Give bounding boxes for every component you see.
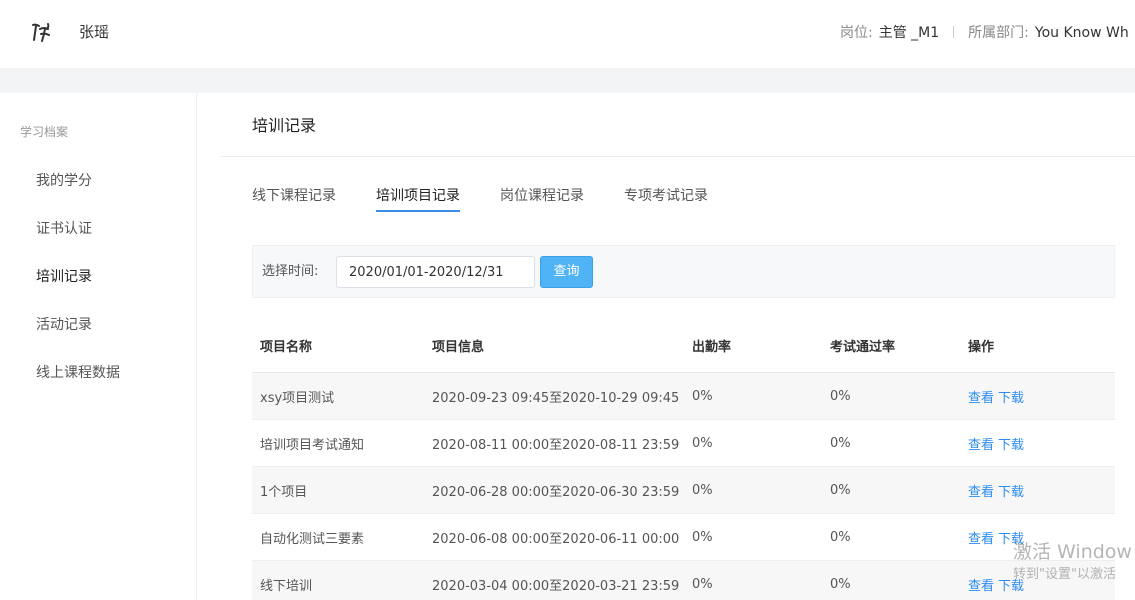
department-label: 所属部门:	[968, 25, 1029, 41]
tab-special-exams[interactable]: 专项考试记录	[624, 186, 708, 206]
header-separator	[953, 26, 955, 38]
table-row: 自动化测试三要素 2020-06-08 00:00至2020-06-11 00:…	[252, 514, 1115, 561]
sidebar-item-certificates[interactable]: 证书认证	[36, 219, 92, 239]
top-header: 张瑶 岗位: 主管 _M1 所属部门: You Know Wh	[0, 0, 1135, 68]
view-link[interactable]: 查看	[968, 575, 994, 594]
project-info: 2020-06-08 00:00至2020-06-11 00:00	[432, 531, 680, 547]
filter-bar: 选择时间: 查询	[252, 245, 1115, 298]
exam-pass-rate: 0%	[830, 482, 851, 498]
attendance-rate: 0%	[692, 576, 713, 592]
table-row: 线下培训 2020-03-04 00:00至2020-03-21 23:59 0…	[252, 561, 1115, 600]
sidebar-item-training-records[interactable]: 培训记录	[36, 267, 92, 287]
user-name: 张瑶	[79, 23, 110, 41]
row-actions: 查看 下载	[968, 420, 1028, 466]
project-name: 自动化测试三要素	[260, 531, 365, 547]
sidebar-title: 学习档案	[20, 125, 69, 139]
row-actions: 查看 下载	[968, 373, 1028, 419]
position-value: 主管 _M1	[878, 25, 940, 41]
view-link[interactable]: 查看	[968, 434, 994, 453]
position-label: 岗位:	[840, 25, 873, 41]
column-header-name: 项目名称	[260, 339, 313, 355]
table-row: 1个项目 2020-06-28 00:00至2020-06-30 23:59 0…	[252, 467, 1115, 514]
column-header-attendance: 出勤率	[692, 339, 732, 355]
sidebar-item-online-course-data[interactable]: 线上课程数据	[36, 363, 120, 383]
project-name: 培训项目考试通知	[260, 437, 365, 453]
exam-pass-rate: 0%	[830, 529, 851, 545]
page: 张瑶 岗位: 主管 _M1 所属部门: You Know Wh 学习档案 我的学分 证…	[0, 0, 1135, 600]
table-header-row: 项目名称 项目信息 出勤率 考试通过率 操作	[252, 318, 1115, 373]
project-info: 2020-03-04 00:00至2020-03-21 23:59	[432, 578, 680, 594]
table-row: xsy项目测试 2020-09-23 09:45至2020-10-29 09:4…	[252, 373, 1115, 420]
row-actions: 查看 下载	[968, 467, 1028, 513]
user-meta: 岗位: 主管 _M1 所属部门: You Know Wh	[840, 23, 1129, 43]
header-band	[0, 68, 1135, 93]
activation-watermark-subtitle: 转到"设置"以激活	[1013, 567, 1116, 582]
exam-pass-rate: 0%	[830, 388, 851, 404]
column-header-actions: 操作	[968, 339, 995, 355]
table-row: 培训项目考试通知 2020-08-11 00:00至2020-08-11 23:…	[252, 420, 1115, 467]
query-button[interactable]: 查询	[540, 256, 593, 288]
exam-pass-rate: 0%	[830, 576, 851, 592]
brand-logo-icon	[32, 23, 50, 42]
department-value: You Know Wh	[1034, 25, 1129, 41]
project-name: 1个项目	[260, 484, 308, 500]
project-info: 2020-06-28 00:00至2020-06-30 23:59	[432, 484, 680, 500]
project-name: 线下培训	[260, 578, 313, 594]
title-divider	[221, 156, 1135, 157]
tab-position-courses[interactable]: 岗位课程记录	[500, 186, 584, 206]
date-range-label: 选择时间:	[262, 264, 319, 279]
project-info: 2020-09-23 09:45至2020-10-29 09:45	[432, 390, 680, 406]
project-name: xsy项目测试	[260, 390, 335, 406]
download-link[interactable]: 下载	[998, 434, 1024, 453]
sidebar-item-my-credits[interactable]: 我的学分	[36, 171, 92, 191]
view-link[interactable]: 查看	[968, 387, 994, 406]
column-header-pass-rate: 考试通过率	[830, 339, 896, 355]
view-link[interactable]: 查看	[968, 481, 994, 500]
sidebar: 学习档案 我的学分 证书认证 培训记录 活动记录 线上课程数据	[0, 93, 197, 600]
download-link[interactable]: 下载	[998, 387, 1024, 406]
download-link[interactable]: 下载	[998, 481, 1024, 500]
training-project-table: 项目名称 项目信息 出勤率 考试通过率 操作 xsy项目测试 2020-09-2…	[252, 318, 1115, 600]
attendance-rate: 0%	[692, 388, 713, 404]
view-link[interactable]: 查看	[968, 528, 994, 547]
attendance-rate: 0%	[692, 435, 713, 451]
page-title: 培训记录	[252, 116, 317, 135]
project-info: 2020-08-11 00:00至2020-08-11 23:59	[432, 437, 680, 453]
tab-training-projects[interactable]: 培训项目记录	[376, 186, 460, 206]
activation-watermark-title: 激活 Window	[1013, 541, 1132, 563]
column-header-info: 项目信息	[432, 339, 485, 355]
active-tab-indicator	[376, 210, 460, 212]
attendance-rate: 0%	[692, 529, 713, 545]
exam-pass-rate: 0%	[830, 435, 851, 451]
sidebar-item-activity-records[interactable]: 活动记录	[36, 315, 92, 335]
date-range-input[interactable]	[336, 256, 535, 288]
attendance-rate: 0%	[692, 482, 713, 498]
tab-offline-courses[interactable]: 线下课程记录	[252, 186, 336, 206]
